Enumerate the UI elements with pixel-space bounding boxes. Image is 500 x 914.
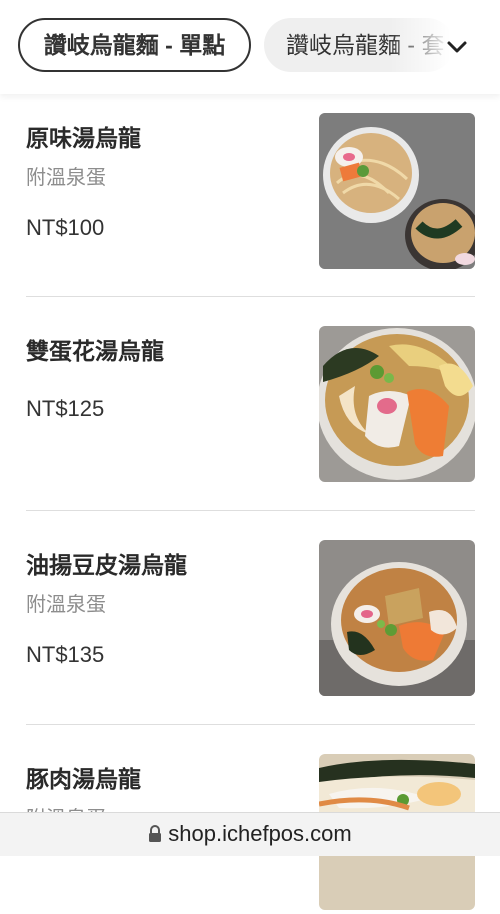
menu-item[interactable]: 油揚豆皮湯烏龍 附溫泉蛋 NT$135 (26, 540, 476, 700)
item-name: 油揚豆皮湯烏龍 (26, 552, 187, 578)
menu-item[interactable]: 雙蛋花湯烏龍 NT$125 (26, 326, 476, 486)
item-photo (319, 540, 475, 696)
item-photo (319, 113, 475, 269)
lock-icon (149, 825, 162, 842)
item-name: 雙蛋花湯烏龍 (26, 338, 164, 364)
item-photo (319, 326, 475, 482)
item-name: 豚肉湯烏龍 (26, 766, 141, 792)
category-tab-bar: 讚岐烏龍麵 - 單點 讚岐烏龍麵 - 套 (0, 0, 500, 94)
item-divider (26, 724, 475, 725)
menu-item[interactable]: 原味湯烏龍 附溫泉蛋 NT$100 (26, 113, 476, 273)
item-price: NT$125 (26, 396, 105, 421)
url-display[interactable]: shop.ichefpos.com (0, 821, 500, 847)
item-price: NT$100 (26, 215, 105, 240)
browser-address-bar[interactable]: shop.ichefpos.com (0, 812, 500, 856)
tab-fade-overlay (390, 0, 500, 94)
chevron-down-icon[interactable] (446, 36, 468, 58)
item-note: 附溫泉蛋 (26, 167, 106, 189)
url-text: shop.ichefpos.com (168, 821, 352, 846)
tab-udon-single[interactable]: 讚岐烏龍麵 - 單點 (18, 18, 251, 72)
item-divider (26, 510, 475, 511)
item-note: 附溫泉蛋 (26, 594, 106, 616)
item-price: NT$135 (26, 642, 105, 667)
item-divider (26, 296, 475, 297)
item-name: 原味湯烏龍 (26, 125, 141, 151)
